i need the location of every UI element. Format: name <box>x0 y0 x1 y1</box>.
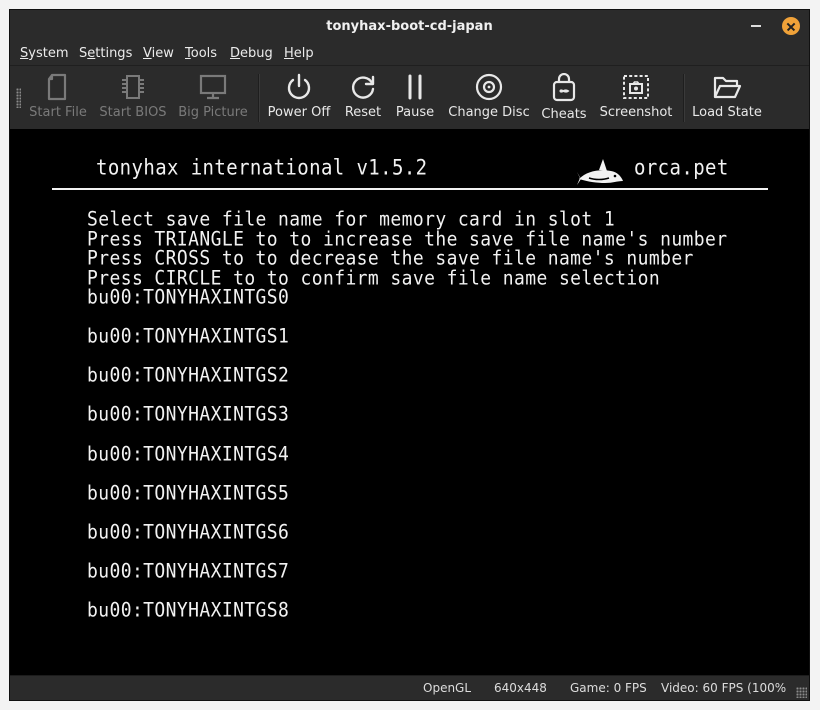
header-divider <box>52 188 768 190</box>
load-state-button[interactable]: Load State <box>690 66 764 130</box>
pause-button[interactable]: Pause <box>392 66 438 130</box>
folder-open-icon <box>713 76 742 99</box>
toolbar-separator <box>258 74 260 122</box>
menu-system[interactable]: System <box>20 46 69 61</box>
status-renderer: OpenGL <box>423 681 472 695</box>
minimize-button[interactable] <box>747 17 765 35</box>
reset-icon <box>351 75 375 99</box>
save-name-option: bu00:TONYHAXINTGS7 <box>87 560 290 583</box>
file-icon <box>47 73 67 101</box>
menu-tools[interactable]: Tools <box>185 46 217 61</box>
save-name-option: bu00:TONYHAXINTGS3 <box>87 403 290 426</box>
save-name-option: bu00:TONYHAXINTGS0 <box>87 286 290 309</box>
menu-bar: System Settings View Tools Debug Help <box>10 43 809 65</box>
menu-help[interactable]: Help <box>284 46 314 61</box>
save-name-option: bu00:TONYHAXINTGS2 <box>87 364 290 387</box>
screenshot-button[interactable]: Screenshot <box>598 66 674 130</box>
minimize-icon <box>751 25 761 27</box>
close-button[interactable] <box>782 17 800 35</box>
menu-view[interactable]: View <box>143 46 174 61</box>
toolbar: Start File Start BIOS Big Picture Power … <box>10 65 809 130</box>
title-bar[interactable]: tonyhax-boot-cd-japan <box>10 10 809 43</box>
game-header-title: tonyhax international v1.5.2 <box>96 155 428 181</box>
status-game-fps: Game: 0 FPS <box>570 681 647 695</box>
disc-icon <box>475 73 503 101</box>
start-file-button[interactable]: Start File <box>24 66 92 130</box>
power-icon <box>287 73 311 100</box>
status-resolution: 640x448 <box>494 681 547 695</box>
pause-icon <box>408 74 422 100</box>
change-disc-button[interactable]: Change Disc <box>448 66 530 130</box>
power-off-button[interactable]: Power Off <box>266 66 332 130</box>
toolbar-grip-handle[interactable] <box>16 88 21 108</box>
orca-icon <box>577 159 623 185</box>
emulator-window: tonyhax-boot-cd-japan System Settings Vi… <box>9 9 810 701</box>
save-name-option: bu00:TONYHAXINTGS8 <box>87 599 290 622</box>
chip-icon <box>122 75 144 99</box>
resize-grip-handle[interactable] <box>796 687 807 698</box>
monitor-icon <box>199 74 227 100</box>
cheats-icon <box>552 73 576 102</box>
start-bios-button[interactable]: Start BIOS <box>96 66 170 130</box>
game-display[interactable]: tonyhax international v1.5.2 orca.pet Se… <box>10 129 809 677</box>
cheats-button[interactable]: Cheats <box>538 66 590 130</box>
status-bar: OpenGL 640x448 Game: 0 FPS Video: 60 FPS… <box>10 675 809 700</box>
game-header-site: orca.pet <box>634 155 729 181</box>
big-picture-button[interactable]: Big Picture <box>176 66 250 130</box>
save-name-option: bu00:TONYHAXINTGS5 <box>87 482 290 505</box>
menu-settings[interactable]: Settings <box>79 46 132 61</box>
save-name-option: bu00:TONYHAXINTGS6 <box>87 521 290 544</box>
save-name-option: bu00:TONYHAXINTGS4 <box>87 443 290 466</box>
toolbar-separator <box>683 74 685 122</box>
reset-button[interactable]: Reset <box>340 66 386 130</box>
save-name-option: bu00:TONYHAXINTGS1 <box>87 325 290 348</box>
status-video-fps: Video: 60 FPS (100% <box>661 681 787 695</box>
menu-debug[interactable]: Debug <box>230 46 273 61</box>
window-title: tonyhax-boot-cd-japan <box>326 19 493 34</box>
screenshot-icon <box>623 75 649 99</box>
